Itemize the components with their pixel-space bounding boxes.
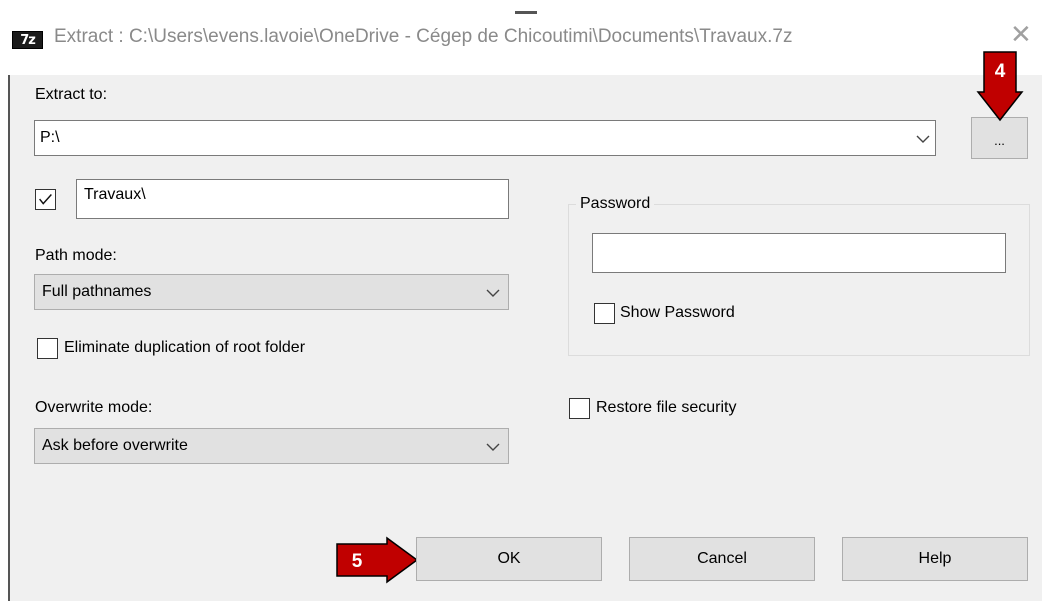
- restore-security-checkbox[interactable]: [569, 398, 590, 419]
- subfolder-name-field[interactable]: Travaux\: [76, 179, 509, 219]
- eliminate-duplication-label[interactable]: Eliminate duplication of root folder: [64, 339, 305, 357]
- eliminate-duplication-checkbox[interactable]: [37, 338, 58, 359]
- ok-button[interactable]: OK: [416, 537, 602, 581]
- show-password-checkbox[interactable]: [594, 303, 615, 324]
- 7zip-app-icon: 7z: [12, 31, 43, 49]
- subfolder-checkbox[interactable]: [35, 189, 56, 210]
- overwrite-mode-label: Overwrite mode:: [35, 399, 153, 416]
- title-bar: 7z Extract : C:\Users\evens.lavoie\OneDr…: [0, 0, 1042, 75]
- overwrite-mode-selected: Ask before overwrite: [42, 437, 188, 454]
- password-group-label: Password: [576, 195, 655, 213]
- extract-to-combobox[interactable]: P:\: [34, 120, 936, 156]
- window-title: Extract : C:\Users\evens.lavoie\OneDrive…: [54, 26, 793, 47]
- path-mode-label: Path mode:: [35, 247, 117, 264]
- chevron-down-icon: [486, 289, 500, 297]
- overwrite-mode-select[interactable]: Ask before overwrite: [34, 428, 509, 464]
- restore-security-label[interactable]: Restore file security: [596, 399, 737, 417]
- annotation-marker-5: 5: [351, 551, 363, 572]
- path-mode-select[interactable]: Full pathnames: [34, 274, 509, 310]
- subfolder-name-value[interactable]: Travaux\: [79, 180, 146, 210]
- extract-to-value[interactable]: P:\: [35, 123, 60, 153]
- checkmark-icon: [39, 194, 52, 205]
- password-group: [568, 204, 1030, 356]
- close-icon[interactable]: ✕: [1010, 20, 1032, 50]
- cancel-button[interactable]: Cancel: [629, 537, 815, 581]
- chevron-down-icon[interactable]: [915, 131, 931, 147]
- path-mode-selected: Full pathnames: [42, 283, 152, 300]
- show-password-label[interactable]: Show Password: [620, 304, 735, 322]
- chevron-down-icon: [486, 443, 500, 451]
- top-edge-mark: [515, 11, 537, 14]
- password-field[interactable]: [592, 233, 1006, 273]
- annotation-marker-4: 4: [994, 61, 1006, 82]
- extract-to-label: Extract to:: [35, 86, 108, 103]
- help-button[interactable]: Help: [842, 537, 1028, 581]
